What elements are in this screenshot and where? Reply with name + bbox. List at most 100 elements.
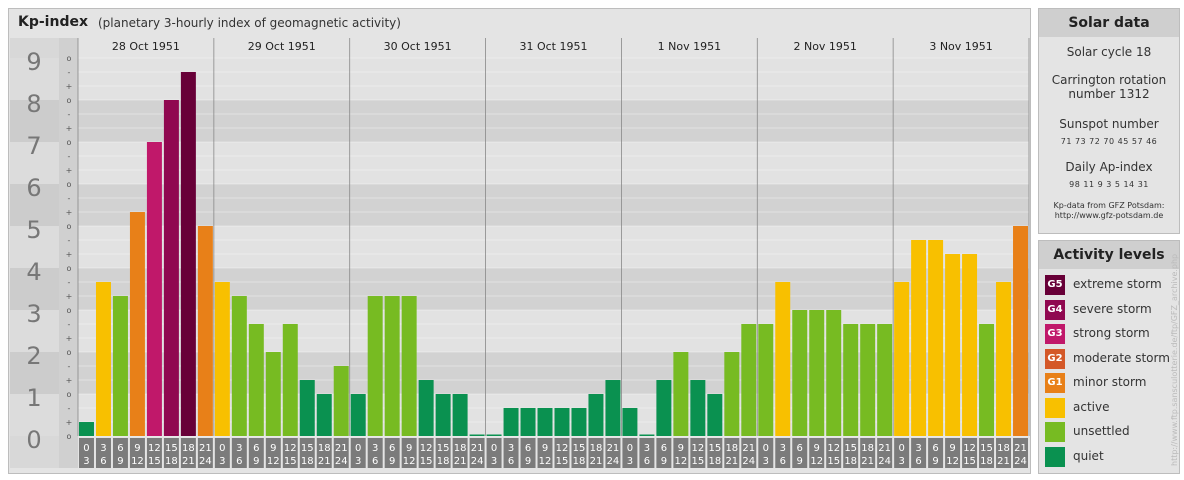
kp-bar (537, 407, 553, 436)
interval-end-label: 21 (590, 456, 603, 467)
interval-start-label: 21 (199, 443, 212, 454)
interval-start-label: 0 (355, 443, 361, 454)
activity-level-unsettled: unsettled (1045, 422, 1175, 442)
interval-start-label: 12 (691, 443, 704, 454)
interval-end-label: 9 (389, 456, 395, 467)
kp-bar-chart: 28 Oct 1951 29 Oct 1951 30 Oct 1951 31 Oct … (10, 38, 1030, 468)
kp-bar (316, 394, 332, 436)
activity-level-swatch: G4 (1045, 299, 1065, 320)
day-label: 2 Nov 1951 (793, 40, 856, 53)
interval-start-label: 15 (844, 443, 857, 454)
kp-band (78, 226, 1029, 268)
kp-bar (163, 100, 179, 436)
interval-start-label: 12 (963, 443, 976, 454)
interval-start-label: 21 (471, 443, 484, 454)
interval-end-label: 15 (963, 456, 976, 467)
interval-end-label: 15 (691, 456, 704, 467)
interval-start-label: 21 (607, 443, 620, 454)
kp-bar (792, 310, 808, 436)
kp-bar (945, 254, 961, 436)
interval-start-label: 9 (814, 443, 820, 454)
interval-start-label: 15 (437, 443, 450, 454)
kp-bar (588, 394, 604, 436)
interval-start-label: 18 (182, 443, 195, 454)
interval-end-label: 3 (898, 456, 904, 467)
source-link[interactable]: http://www.gfz-potsdam.de (1039, 211, 1179, 221)
interval-start-label: 0 (219, 443, 225, 454)
y-tick-label: 9 (26, 48, 41, 76)
interval-start-label: 21 (335, 443, 348, 454)
interval-start-label: 12 (556, 443, 569, 454)
solar-data-heading: Solar data (1039, 9, 1179, 37)
minor-tick-label: o (67, 306, 72, 315)
interval-end-label: 15 (284, 456, 297, 467)
kp-bar (265, 352, 281, 436)
kp-band (78, 142, 1029, 184)
kp-bar (775, 281, 791, 436)
activity-level-swatch: G3 (1045, 324, 1065, 344)
minor-tick-label: + (66, 250, 73, 259)
activity-level-label: active (1073, 399, 1110, 414)
activity-level-swatch (1045, 422, 1065, 442)
interval-start-label: 6 (525, 443, 531, 454)
interval-end-label: 12 (946, 456, 959, 467)
kp-bar (299, 380, 315, 436)
interval-start-label: 12 (420, 443, 433, 454)
interval-end-label: 6 (780, 456, 786, 467)
interval-start-label: 9 (406, 443, 412, 454)
kp-bar (605, 380, 621, 436)
kp-bar (860, 323, 876, 436)
interval-end-label: 24 (471, 456, 484, 467)
interval-start-label: 0 (83, 443, 89, 454)
activity-level-strong-storm: G3 strong storm (1045, 324, 1175, 344)
activity-level-label: severe storm (1073, 301, 1152, 316)
interval-start-label: 18 (318, 443, 331, 454)
minor-tick-label: - (68, 278, 71, 287)
interval-start-label: 9 (270, 443, 276, 454)
kp-bar (435, 394, 451, 436)
interval-end-label: 12 (539, 456, 552, 467)
day-label: 1 Nov 1951 (658, 40, 721, 53)
interval-end-label: 6 (236, 456, 242, 467)
interval-start-label: 18 (997, 443, 1010, 454)
interval-start-label: 3 (100, 443, 106, 454)
activity-levels-heading: Activity levels (1039, 241, 1179, 269)
minor-tick-label: - (68, 68, 71, 77)
activity-level-quiet: quiet (1045, 446, 1175, 467)
kp-bar (758, 323, 774, 436)
interval-end-label: 9 (661, 456, 667, 467)
interval-end-label: 3 (627, 456, 633, 467)
activity-level-label: moderate storm (1073, 350, 1170, 365)
interval-start-label: 3 (372, 443, 378, 454)
interval-end-label: 6 (372, 456, 378, 467)
interval-start-label: 21 (742, 443, 755, 454)
interval-end-label: 24 (878, 456, 891, 467)
activity-level-minor-storm: G1 minor storm (1045, 373, 1175, 393)
y-tick-label: 1 (26, 384, 41, 412)
interval-start-label: 6 (117, 443, 123, 454)
kp-bar (79, 422, 94, 436)
kp-bar (690, 380, 706, 436)
interval-end-label: 24 (742, 456, 755, 467)
interval-end-label: 6 (915, 456, 921, 467)
day-label: 30 Oct 1951 (384, 40, 452, 53)
minor-tick-label: + (66, 292, 73, 301)
minor-tick-label: + (66, 124, 73, 133)
interval-start-label: 6 (661, 443, 667, 454)
interval-end-label: 3 (491, 456, 497, 467)
interval-start-label: 18 (861, 443, 874, 454)
source-line-1: Kp-data from GFZ Potsdam: (1053, 201, 1165, 210)
interval-end-label: 3 (219, 456, 225, 467)
kp-bar (95, 281, 111, 436)
kp-bar (911, 239, 927, 436)
minor-tick-label: o (67, 222, 72, 231)
minor-tick-label: - (68, 152, 71, 161)
kp-bar (384, 296, 400, 436)
sunspot-label: Sunspot number (1059, 117, 1159, 131)
activity-level-extreme-storm: G5 extreme storm (1045, 275, 1175, 295)
kp-band (78, 100, 1029, 142)
minor-tick-label: + (66, 166, 73, 175)
interval-start-label: 15 (573, 443, 586, 454)
minor-tick-label: - (68, 404, 71, 413)
interval-end-label: 15 (420, 456, 433, 467)
